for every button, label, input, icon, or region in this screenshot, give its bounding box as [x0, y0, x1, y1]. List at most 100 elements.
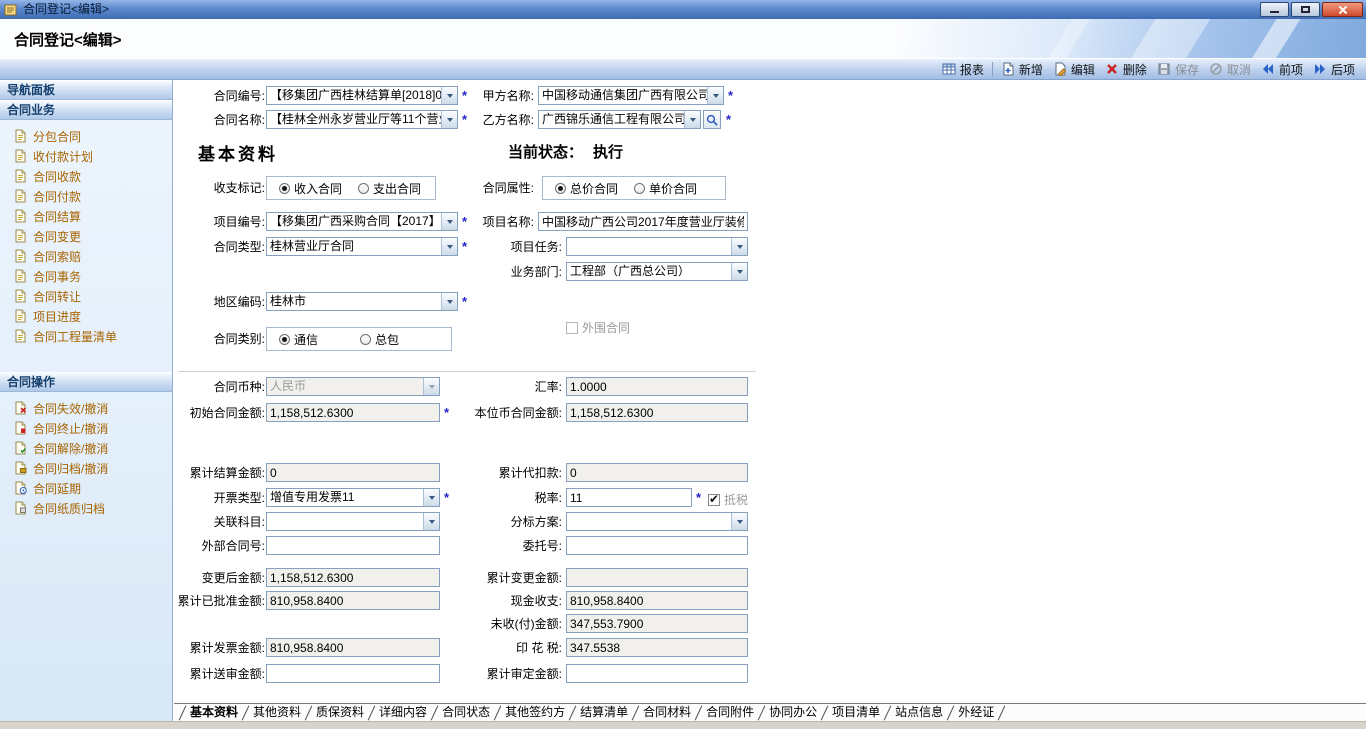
sidebar-item-project-progress[interactable]: 项目进度: [0, 306, 172, 326]
project-task-combo[interactable]: [566, 237, 748, 256]
sidebar-item-payment-plan[interactable]: 收付款计划: [0, 146, 172, 166]
unit-price-radio[interactable]: 单价合同: [634, 180, 697, 197]
chevron-down-icon[interactable]: [731, 263, 747, 280]
header-band: 合同登记<编辑>: [0, 19, 1366, 58]
bid-plan-combo[interactable]: [566, 512, 748, 531]
invoice-amount-label: 累计发票金额:: [165, 638, 265, 658]
tab-other-signers[interactable]: 其他签约方: [498, 704, 572, 721]
external-no-input[interactable]: [266, 536, 440, 555]
save-disk-icon: [1157, 62, 1171, 76]
row-project: 项目编号: 【移集团广西采购合同【2017】10 * 项目名称:: [174, 212, 1366, 232]
sidebar-item-contract-invalidate[interactable]: 合同失效/撤消: [0, 398, 172, 418]
tax-deduct-checkbox[interactable]: [708, 494, 720, 506]
sidebar-item-contract-delay[interactable]: 合同延期: [0, 478, 172, 498]
tab-collaboration[interactable]: 协同办公: [762, 704, 824, 721]
cancel-icon: [1209, 62, 1223, 76]
sidebar-item-contract-claim[interactable]: 合同索赔: [0, 246, 172, 266]
tab-settlement-list[interactable]: 结算清单: [573, 704, 635, 721]
report-button[interactable]: 报表: [937, 59, 989, 79]
sidebar-item-boq-list[interactable]: 合同工程量清单: [0, 326, 172, 346]
party-b-search-button[interactable]: [703, 110, 721, 129]
chevron-down-icon[interactable]: [707, 87, 723, 104]
document-stop-icon: [14, 421, 27, 435]
general-contract-radio[interactable]: 总包: [360, 331, 399, 348]
entrust-no-input[interactable]: [566, 536, 748, 555]
tab-foreign-cert[interactable]: 外经证: [951, 704, 1001, 721]
change-sum-label: 累计变更金额:: [424, 568, 562, 588]
review-amount-label: 累计送审金额:: [165, 664, 265, 684]
minimize-button[interactable]: [1260, 2, 1289, 17]
row-contract-name: 合同名称: 【桂林全州永岁营业厅等11个营业厅装修 * 乙方名称: 广西锦乐通信…: [174, 110, 1366, 130]
cash-amount-input: [566, 591, 748, 610]
sidebar-item-contract-transfer[interactable]: 合同转让: [0, 286, 172, 306]
review-amount-input[interactable]: [266, 664, 440, 683]
unpaid-amount-label: 未收(付)金额:: [424, 614, 562, 634]
sidebar-item-subcontract[interactable]: 分包合同: [0, 126, 172, 146]
invoice-type-combo[interactable]: 增值专用发票11: [266, 488, 440, 507]
document-icon: [14, 149, 27, 163]
exchange-rate-input: [566, 377, 748, 396]
expense-contract-radio[interactable]: 支出合同: [358, 180, 421, 197]
tab-project-list[interactable]: 项目清单: [825, 704, 887, 721]
sidebar-item-contract-settlement[interactable]: 合同结算: [0, 206, 172, 226]
base-amount-label: 本位币合同金额:: [424, 403, 562, 423]
row-approved-cash: 累计已批准金额: 现金收支:: [174, 591, 1366, 611]
radio-icon: [360, 334, 371, 345]
chevron-down-icon[interactable]: [731, 238, 747, 255]
required-marker: *: [462, 292, 467, 312]
tab-contract-attachments[interactable]: 合同附件: [699, 704, 761, 721]
delete-button[interactable]: 删除: [1100, 59, 1152, 79]
previous-item-button[interactable]: 前项: [1256, 59, 1308, 79]
chevron-down-icon[interactable]: [441, 293, 457, 310]
contract-name-label: 合同名称:: [165, 110, 265, 130]
related-subject-combo[interactable]: [266, 512, 440, 531]
close-button[interactable]: [1322, 2, 1363, 17]
sidebar-item-contract-release[interactable]: 合同解除/撤消: [0, 438, 172, 458]
tab-detail-content[interactable]: 详细内容: [372, 704, 434, 721]
sidebar-item-paper-archive[interactable]: 合同纸质归档: [0, 498, 172, 518]
sidebar-item-contract-change[interactable]: 合同变更: [0, 226, 172, 246]
maximize-button[interactable]: [1291, 2, 1320, 17]
currency-label: 合同币种:: [165, 377, 265, 397]
external-no-label: 外部合同号:: [165, 536, 265, 556]
next-item-button[interactable]: 后项: [1308, 59, 1360, 79]
settle-amount-input: [266, 463, 440, 482]
sidebar-item-contract-archive[interactable]: 合同归档/撤消: [0, 458, 172, 478]
sidebar-item-contract-payment[interactable]: 合同付款: [0, 186, 172, 206]
tab-other-info[interactable]: 其他资料: [246, 704, 308, 721]
tab-contract-status[interactable]: 合同状态: [435, 704, 497, 721]
income-contract-radio[interactable]: 收入合同: [279, 180, 342, 197]
edit-button[interactable]: 编辑: [1048, 59, 1100, 79]
document-icon: [14, 229, 27, 243]
radio-icon: [358, 183, 369, 194]
document-icon: [14, 309, 27, 323]
chevron-down-icon[interactable]: [731, 513, 747, 530]
chevron-down-icon[interactable]: [684, 111, 700, 128]
party-a-combo[interactable]: 中国移动通信集团广西有限公司桂: [538, 86, 724, 105]
tab-site-info[interactable]: 站点信息: [888, 704, 950, 721]
region-combo[interactable]: 桂林市: [266, 292, 458, 311]
cash-amount-label: 现金收支:: [424, 591, 562, 611]
sidebar-item-contract-receipt[interactable]: 合同收款: [0, 166, 172, 186]
section-title: 基本资料: [198, 140, 278, 165]
window-title: 合同登记<编辑>: [23, 0, 1260, 19]
sidebar-item-contract-affairs[interactable]: 合同事务: [0, 266, 172, 286]
toolbar: 报表 新增 编辑 删除: [0, 58, 1366, 80]
tax-rate-label: 税率:: [424, 488, 562, 508]
add-button[interactable]: 新增: [996, 59, 1048, 79]
stamp-tax-input: [566, 638, 748, 657]
tab-basic-info[interactable]: 基本资料: [183, 704, 245, 721]
sidebar-item-contract-terminate[interactable]: 合同终止/撤消: [0, 418, 172, 438]
tab-warranty-info[interactable]: 质保资料: [309, 704, 371, 721]
row-currency: 合同币种: 人民币 汇率:: [174, 377, 1366, 397]
tax-rate-input[interactable]: [566, 488, 692, 507]
contract-ops-header: 合同操作: [0, 372, 172, 392]
total-price-radio[interactable]: 总价合同: [555, 180, 618, 197]
telecom-radio[interactable]: 通信: [279, 331, 318, 348]
party-b-combo[interactable]: 广西锦乐通信工程有限公司: [538, 110, 701, 129]
tab-contract-materials[interactable]: 合同材料: [636, 704, 698, 721]
project-name-input[interactable]: [538, 212, 748, 231]
dept-combo[interactable]: 工程部（广西总公司）: [566, 262, 748, 281]
audit-amount-input[interactable]: [566, 664, 748, 683]
party-b-label: 乙方名称:: [424, 110, 534, 130]
